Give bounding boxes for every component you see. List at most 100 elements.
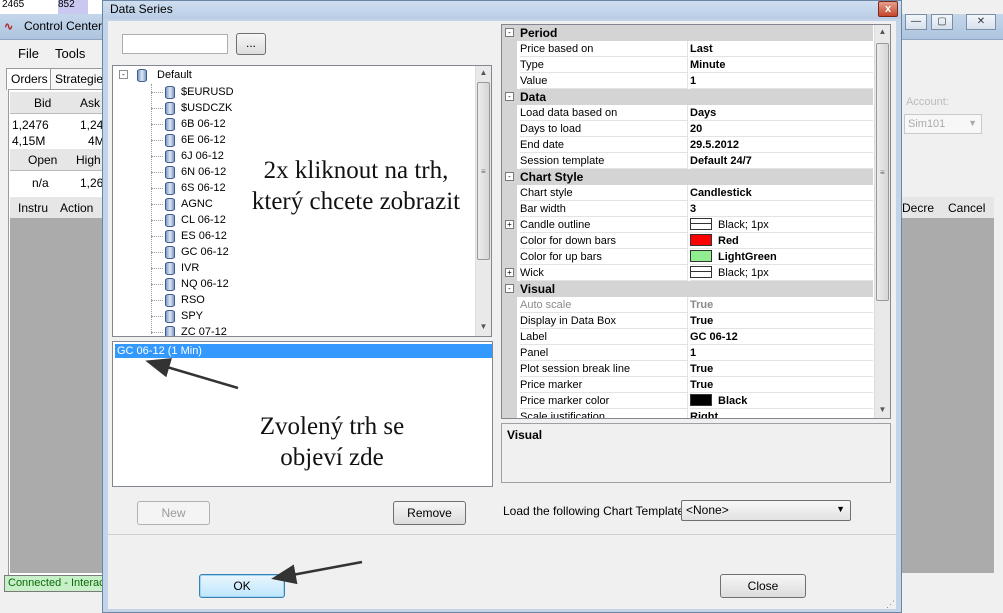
property-row[interactable]: Display in Data Box True	[502, 313, 873, 329]
property-category[interactable]: - Visual	[502, 281, 873, 297]
menu-tools[interactable]: Tools	[55, 46, 85, 61]
property-value[interactable]: Red	[690, 233, 873, 249]
property-name: Load data based on	[520, 105, 688, 121]
property-row[interactable]: Auto scale True	[502, 297, 873, 313]
property-value[interactable]: 1	[690, 73, 873, 89]
property-value[interactable]: True	[690, 297, 873, 313]
scroll-down-icon[interactable]: ▼	[476, 320, 491, 334]
property-value[interactable]: Black	[690, 393, 873, 409]
property-value[interactable]: Days	[690, 105, 873, 121]
tab-orders[interactable]: Orders	[6, 68, 53, 90]
account-select[interactable]: Sim101 ▼	[904, 114, 982, 134]
property-name: Plot session break line	[520, 361, 688, 377]
collapse-icon[interactable]: -	[505, 92, 514, 101]
ticker-strip: 2465 852	[0, 0, 110, 14]
database-icon	[165, 278, 175, 291]
dialog-title: Data Series	[110, 2, 173, 16]
property-row[interactable]: Color for up bars LightGreen	[502, 249, 873, 265]
property-value[interactable]: True	[690, 377, 873, 393]
property-value-text: 3	[690, 203, 697, 215]
property-row[interactable]: Type Minute	[502, 57, 873, 73]
property-row[interactable]: + Wick Black; 1px	[502, 265, 873, 281]
property-name: Chart Style	[520, 170, 584, 184]
tree-connector	[151, 108, 163, 109]
collapse-icon[interactable]: -	[119, 70, 128, 79]
property-value[interactable]: 1	[690, 345, 873, 361]
property-row[interactable]: Session template Default 24/7	[502, 153, 873, 169]
resize-grip-icon[interactable]: ⋰	[886, 599, 895, 610]
tree-connector	[151, 220, 163, 221]
scroll-down-icon[interactable]: ▼	[875, 403, 890, 417]
property-category[interactable]: - Data	[502, 89, 873, 105]
property-value[interactable]: Black; 1px	[690, 265, 873, 281]
property-grid: - Period Price based on Last Type Minute Value…	[501, 24, 891, 419]
tree-item-label: $EURUSD	[181, 86, 234, 98]
tree-connector	[151, 300, 163, 301]
property-gutter	[502, 153, 517, 169]
property-row[interactable]: Load data based on Days	[502, 105, 873, 121]
scroll-up-icon[interactable]: ▲	[875, 25, 890, 39]
property-scrollbar[interactable]: ▲ ≡ ▼	[874, 25, 890, 418]
property-value[interactable]: 20	[690, 121, 873, 137]
property-row[interactable]: Price marker color Black	[502, 393, 873, 409]
property-row[interactable]: Color for down bars Red	[502, 233, 873, 249]
property-value[interactable]: GC 06-12	[690, 329, 873, 345]
property-row[interactable]: Bar width 3	[502, 201, 873, 217]
data-series-dialog: Data Series x ... - Default $EURUSD $USDC…	[102, 0, 902, 613]
property-value[interactable]: 29.5.2012	[690, 137, 873, 153]
maximize-icon[interactable]: ▢	[931, 14, 953, 30]
property-row[interactable]: Price marker True	[502, 377, 873, 393]
property-row[interactable]: Price based on Last	[502, 41, 873, 57]
property-value[interactable]: Candlestick	[690, 185, 873, 201]
property-value[interactable]: True	[690, 361, 873, 377]
close-icon[interactable]: ✕	[966, 14, 996, 30]
scroll-thumb[interactable]: ≡	[876, 43, 889, 301]
expand-icon[interactable]: +	[505, 220, 514, 229]
property-value[interactable]: Black; 1px	[690, 217, 873, 233]
property-gutter	[502, 361, 517, 377]
collapse-icon[interactable]: -	[505, 172, 514, 181]
minimize-icon[interactable]: —	[905, 14, 927, 30]
property-row[interactable]: Scale justification Right	[502, 409, 873, 418]
property-row[interactable]: Days to load 20	[502, 121, 873, 137]
menu-file[interactable]: File	[18, 46, 39, 61]
property-category[interactable]: - Chart Style	[502, 169, 873, 185]
database-icon	[165, 294, 175, 307]
remove-button[interactable]: Remove	[393, 501, 466, 525]
chart-template-select[interactable]: <None> ▼	[681, 500, 851, 521]
property-row[interactable]: Panel 1	[502, 345, 873, 361]
tab-strategies[interactable]: Strategies	[50, 68, 106, 90]
property-name: Price marker	[520, 377, 688, 393]
property-row[interactable]: Value 1	[502, 73, 873, 89]
scroll-up-icon[interactable]: ▲	[476, 66, 491, 80]
instrument-search-input[interactable]	[122, 34, 228, 54]
property-value[interactable]: Last	[690, 41, 873, 57]
close-button[interactable]: Close	[720, 574, 806, 598]
property-value[interactable]: 3	[690, 201, 873, 217]
collapse-icon[interactable]: -	[505, 284, 514, 293]
browse-button[interactable]: ...	[236, 33, 266, 55]
dialog-close-icon[interactable]: x	[878, 1, 898, 17]
property-row[interactable]: + Candle outline Black; 1px	[502, 217, 873, 233]
ok-button[interactable]: OK	[199, 574, 285, 598]
selected-series-item[interactable]: GC 06-12 (1 Min)	[115, 344, 492, 358]
property-value[interactable]: True	[690, 313, 873, 329]
property-row[interactable]: End date 29.5.2012	[502, 137, 873, 153]
new-button[interactable]: New	[137, 501, 210, 525]
property-value-text: Black; 1px	[718, 267, 769, 279]
expand-icon[interactable]: +	[505, 268, 514, 277]
database-icon	[165, 86, 175, 99]
property-row[interactable]: Label GC 06-12	[502, 329, 873, 345]
collapse-icon[interactable]: -	[505, 28, 514, 37]
property-category[interactable]: - Period	[502, 25, 873, 41]
property-value[interactable]: Right	[690, 409, 873, 418]
database-icon	[165, 150, 175, 163]
database-icon	[165, 246, 175, 259]
property-value[interactable]: Minute	[690, 57, 873, 73]
property-name: Data	[520, 90, 547, 104]
property-value[interactable]: Default 24/7	[690, 153, 873, 169]
property-value[interactable]: LightGreen	[690, 249, 873, 265]
property-row[interactable]: Plot session break line True	[502, 361, 873, 377]
chevron-down-icon: ▼	[968, 118, 977, 128]
property-row[interactable]: Chart style Candlestick	[502, 185, 873, 201]
